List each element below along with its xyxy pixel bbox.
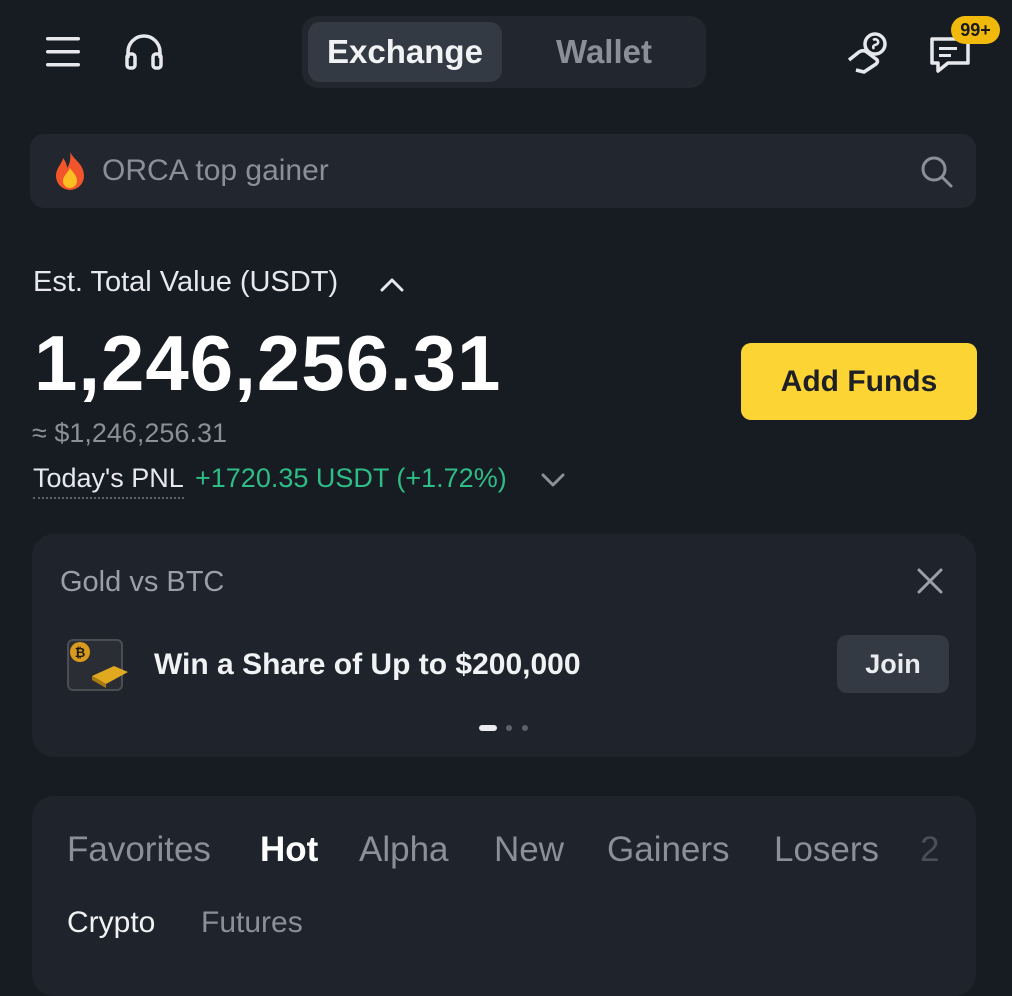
tab-favorites[interactable]: Favorites — [67, 830, 211, 870]
gold-btc-wallet-image: ₿ — [67, 639, 128, 691]
promo-title: Gold vs BTC — [60, 566, 225, 598]
tab-gainers[interactable]: Gainers — [607, 830, 730, 870]
hand-with-coin-icon — [847, 32, 887, 74]
carousel-dot-active[interactable] — [479, 725, 497, 731]
total-value-label-text: Est. Total Value (USDT) — [33, 266, 339, 298]
add-funds-button[interactable]: Add Funds — [741, 343, 977, 420]
support-button[interactable] — [116, 24, 172, 80]
pnl-label[interactable]: Today's PNL — [33, 463, 184, 499]
tab-wallet[interactable]: Wallet — [508, 22, 700, 82]
search-bar[interactable]: ORCA top gainer — [30, 134, 976, 208]
tab-new[interactable]: New — [494, 830, 564, 870]
total-value-fiat: ≈ $1,246,256.31 — [32, 418, 227, 448]
notification-badge: 99+ — [951, 16, 1000, 44]
magnifier-icon[interactable] — [920, 155, 954, 189]
total-value-amount: 1,246,256.31 — [34, 319, 502, 407]
subtab-crypto[interactable]: Crypto — [67, 906, 155, 940]
menu-button[interactable] — [36, 24, 92, 80]
promo-text: Win a Share of Up to $200,000 — [154, 648, 581, 681]
rewards-button[interactable] — [840, 24, 896, 80]
close-icon[interactable] — [915, 566, 945, 596]
headset-icon — [125, 34, 163, 70]
tab-hot[interactable]: Hot — [260, 830, 318, 870]
chevron-up-icon[interactable] — [378, 273, 406, 297]
promo-banner[interactable]: Gold vs BTC ₿ Win a Share of Up to $200,… — [32, 534, 976, 757]
fire-icon — [56, 152, 84, 190]
hamburger-menu-icon — [46, 37, 80, 67]
tab-alpha[interactable]: Alpha — [359, 830, 449, 870]
carousel-dot[interactable] — [522, 725, 528, 731]
pnl-value: +1720.35 USDT (+1.72%) — [195, 463, 507, 493]
market-section: Favorites Hot Alpha New Gainers Losers 2… — [32, 796, 976, 996]
chevron-down-icon[interactable] — [539, 467, 567, 491]
tab-exchange[interactable]: Exchange — [308, 22, 502, 82]
tab-losers[interactable]: Losers — [774, 830, 879, 870]
svg-text:₿: ₿ — [75, 646, 86, 661]
tab-more[interactable]: 2 — [920, 830, 939, 870]
exchange-wallet-switch: Exchange Wallet — [302, 16, 706, 88]
search-placeholder: ORCA top gainer — [102, 154, 329, 187]
join-button[interactable]: Join — [837, 635, 949, 693]
carousel-dot[interactable] — [506, 725, 512, 731]
subtab-futures[interactable]: Futures — [201, 906, 303, 940]
total-value-label: Est. Total Value (USDT) — [33, 266, 338, 299]
